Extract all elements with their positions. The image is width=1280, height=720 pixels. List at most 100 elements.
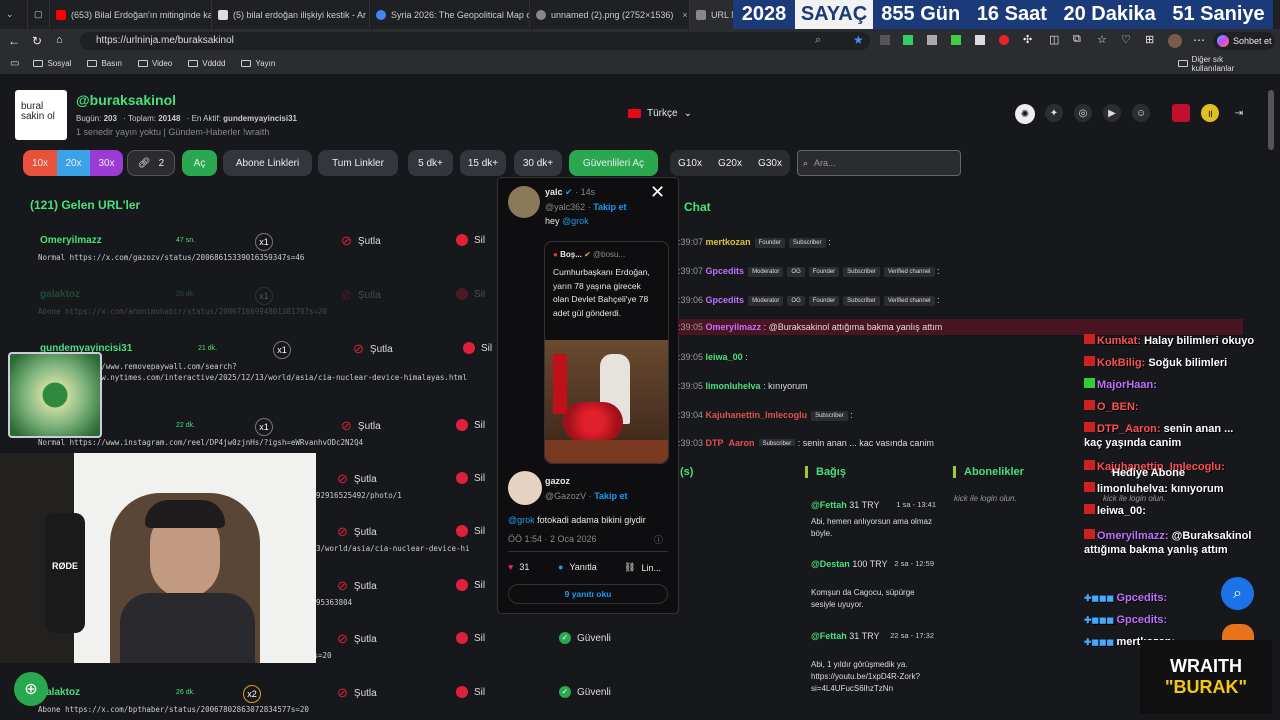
row-url[interactable]: Normal https://www.instagram.com/reel/DP… [38,438,363,447]
reply-button[interactable]: ● Yanıtla [558,562,597,572]
tab-4[interactable]: URL N [690,0,738,29]
back-icon[interactable]: ← [8,34,20,48]
zoom-30x-button[interactable]: 30x [90,150,123,176]
safe-button[interactable]: ✓ Güvenli [559,632,611,644]
row-url[interactable]: 3/world/asia/cia-nuclear-device-hi [316,544,470,553]
discord-icon[interactable]: ☺ [1132,104,1150,122]
tweet-author-2[interactable]: gazoz [545,476,570,486]
favorites-icon[interactable]: ☆ [1097,33,1107,46]
chat-user[interactable]: leiwa_00 [706,352,743,362]
delete-button[interactable]: Sil [456,632,485,644]
openai-icon[interactable]: ✺ [1015,104,1035,124]
delete-button[interactable]: Sil [456,234,485,246]
extension-icon[interactable] [975,35,985,45]
zoom-10x-button[interactable]: 10x [23,150,57,176]
bookmark-folder[interactable]: Video [137,59,172,68]
open-button[interactable]: Aç [182,150,217,176]
tab-subscriptions[interactable]: Abonelikler [953,466,1024,478]
collections-icon[interactable]: ⊞ [1145,33,1154,46]
language-select[interactable]: Türkçe ⌄ [628,108,692,119]
shorten-button[interactable]: ⊘ Şutla [337,524,377,540]
min-5-button[interactable]: 5 dk+ [408,150,453,176]
pause-icon[interactable]: ॥ [1201,104,1219,122]
tweet-handle-2[interactable]: @GazozV [545,491,586,501]
tab-menu-button[interactable]: ⌄ [0,0,28,29]
sidebar-icon[interactable]: ◫ [1049,33,1059,46]
extension-icon[interactable] [903,35,913,45]
tweet-timestamp[interactable]: ÖÖ 1:54 · 2 Oca 2026 [508,534,597,544]
like-button[interactable]: ♥ 31 [508,562,529,572]
bookmark-folder[interactable]: Basın [87,59,122,68]
delete-button[interactable]: Sil [456,525,485,537]
scrollbar[interactable] [1268,90,1274,150]
bookmark-folder[interactable]: Vdddd [188,59,225,68]
delete-button[interactable]: Sil [463,342,492,354]
tab-0[interactable]: (653) Bilal Erdoğan'ın mitinginde ka × [50,0,212,29]
group-10x-button[interactable]: G10x [678,158,702,169]
chat-user[interactable]: Kajuhanettin_Imlecoglu [706,410,808,420]
tab-left[interactable]: (s) [680,466,693,478]
search-input[interactable]: ⌕ Ara... [797,150,961,176]
tweet-handle[interactable]: @yalc362 [545,202,585,212]
chat-user[interactable]: DTP_Aaron [706,438,755,446]
reload-icon[interactable]: ↻ [32,34,42,48]
min-30-button[interactable]: 30 dk+ [514,150,562,176]
reading-list-icon[interactable]: ▭ [10,58,19,69]
link-count-input[interactable]: 🔗︎ 2 [127,150,175,176]
extension-icon[interactable] [927,35,937,45]
follow-button-2[interactable]: Takip et [594,491,627,501]
copy-link-button[interactable]: ⛓︎ Lin... [624,562,661,573]
shorten-button[interactable]: ⊘ Şutla [341,287,381,303]
group-20x-button[interactable]: G20x [718,158,742,169]
row-user[interactable]: galaktoz [40,289,80,300]
zoom-icon[interactable]: ⌕ [815,34,821,47]
copilot-button[interactable]: Sohbet et [1213,32,1275,50]
row-url[interactable]: Normal https://x.com/gazozv/status/20068… [38,253,304,262]
chat-user[interactable]: Gpcedits [706,266,745,276]
mention-link[interactable]: @grok [508,515,535,525]
follow-button[interactable]: Takip et [593,202,626,212]
close-icon[interactable]: × [682,10,687,20]
tab-2[interactable]: Syria 2026: The Geopolitical Map o × [370,0,530,29]
group-30x-button[interactable]: G30x [758,158,782,169]
star-icon[interactable]: ★ [853,33,864,47]
row-url[interactable]: Abone https://x.com/anonimuhabir/status/… [38,307,327,316]
tweet-photo[interactable] [545,340,668,463]
extension-icon[interactable] [880,35,890,45]
tweet-author[interactable]: yalc [545,187,563,197]
chat-user[interactable]: mertkozan [706,237,751,247]
delete-button[interactable]: Sil [456,472,485,484]
bookmark-folder[interactable]: Sosyal [33,59,71,68]
delete-button[interactable]: Sil [456,419,485,431]
tab-1[interactable]: (5) bilal erdoğan ilişkiyi kestik - Ar × [212,0,370,29]
quoted-tweet[interactable]: ● Boş... ✔ @bosu... Cumhurbaşkanı Erdoğa… [544,241,669,464]
chat-user[interactable]: Gpcedits [706,295,745,305]
row-url[interactable]: 95363804 [316,598,352,607]
min-15-button[interactable]: 15 dk+ [460,150,506,176]
subscriber-links-button[interactable]: Abone Linkleri [223,150,312,176]
tab-3[interactable]: unnamed (2).png (2752×1536) × [530,0,690,29]
row-url[interactable]: Abone https://x.com/bpthaber/status/2006… [38,705,309,714]
add-user-button[interactable]: ⊕ [14,672,48,706]
other-bookmarks[interactable]: Diğer sık kullanılanlar [1178,55,1264,73]
shorten-button[interactable]: ⊘ Şutla [353,341,393,357]
url-input[interactable]: https://urlninja.me/buraksakinol [80,32,870,50]
kick-icon[interactable] [1172,104,1190,122]
delete-button[interactable]: Sil [456,579,485,591]
more-icon[interactable]: ⋯ [1193,33,1205,47]
mention-link[interactable]: @grok [562,216,589,226]
workspaces-button[interactable]: ▢ [28,0,50,29]
read-replies-button[interactable]: 9 yanıtı oku [508,584,668,604]
logout-icon[interactable]: ⇥ [1230,104,1248,122]
puzzle-icon[interactable]: ✣ [1023,33,1032,46]
split-icon[interactable]: ⧉ [1073,33,1081,46]
extension-icon[interactable] [999,35,1009,45]
shorten-button[interactable]: ⊘ Şutla [341,233,381,249]
info-icon[interactable]: ⓘ [654,533,663,546]
close-icon[interactable]: ✕ [650,182,665,203]
tab-donations[interactable]: Bağış [805,466,846,478]
instagram-icon[interactable]: ◎ [1074,104,1092,122]
avatar[interactable] [1168,34,1182,48]
twitter-icon[interactable]: ✦ [1045,104,1063,122]
shorten-button[interactable]: ⊘ Şutla [337,471,377,487]
